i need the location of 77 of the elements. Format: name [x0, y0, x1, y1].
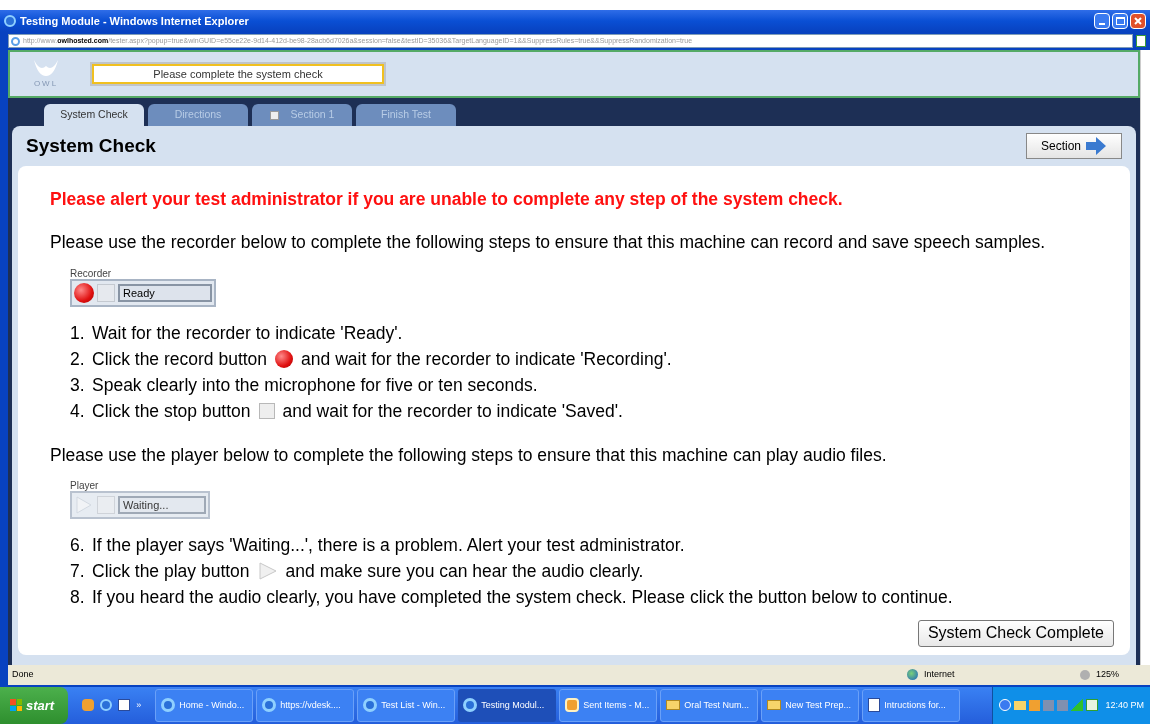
stop-button[interactable]	[97, 495, 115, 514]
envelope-icon	[767, 700, 782, 711]
step-text: Click the record button	[92, 347, 268, 371]
window-title: Testing Module - Windows Internet Explorer	[20, 13, 249, 29]
taskbar-item[interactable]: Testing Modul...	[458, 688, 557, 722]
play-button[interactable]	[74, 494, 94, 515]
step-number: 6.	[70, 534, 86, 558]
device-label: Player	[70, 479, 100, 491]
page-title: System Check	[26, 133, 156, 158]
taskbar-item[interactable]: Test List - Win...	[357, 688, 456, 722]
step-text: Click the play button	[92, 560, 250, 584]
tab-checkbox[interactable]	[269, 110, 279, 120]
close-icon	[1134, 17, 1142, 25]
globe-icon	[907, 669, 918, 681]
browser-icon	[161, 698, 176, 713]
taskbar-item[interactable]: https://vdesk....	[256, 688, 355, 722]
status-display: Waiting...	[118, 495, 206, 514]
intro-text: Please use the recorder below to complete the following steps to ensure that this machine can record and save speech samples.	[50, 231, 1047, 255]
page-icon	[1136, 35, 1146, 47]
windows-logo-icon	[10, 699, 22, 712]
play-icon	[257, 562, 278, 581]
browser-icon[interactable]	[100, 699, 113, 712]
owl-logo: OWL	[26, 58, 66, 90]
taskbar-item[interactable]: Sent Items - M...	[559, 688, 658, 722]
taskbar-item[interactable]: Oral Test Num...	[660, 688, 759, 722]
taskbar-item[interactable]: New Test Prep...	[761, 688, 860, 722]
tab[interactable]: System Check	[44, 104, 144, 126]
step-text: and make sure you can hear the audio clearly.	[285, 560, 644, 584]
browser-icon	[262, 698, 277, 713]
step-text: and wait for the recorder to indicate 'Saved'.	[282, 399, 623, 423]
section-button[interactable]: Section	[1026, 133, 1122, 159]
record-icon	[275, 350, 294, 368]
document-icon[interactable]	[118, 699, 131, 712]
security-icon	[1080, 669, 1090, 680]
step-number: 7.	[70, 560, 86, 584]
stop-icon	[258, 403, 275, 419]
maximize-button[interactable]	[1112, 13, 1128, 29]
device-label: Recorder	[70, 267, 113, 279]
browser-icon	[463, 698, 478, 713]
step-text: Speak clearly into the microphone for five or ten seconds.	[92, 373, 538, 397]
step-text: If you heard the audio clearly, you have completed the system check. Please click the button below to continue.	[92, 586, 953, 610]
step-number: 2.	[70, 347, 86, 371]
envelope-icon[interactable]	[1014, 700, 1027, 710]
close-button[interactable]	[1130, 13, 1146, 29]
step-number: 3.	[70, 373, 86, 397]
record-button[interactable]	[74, 282, 94, 303]
status-text: Done	[12, 668, 34, 681]
clock-text: 12:40 PM	[1105, 698, 1144, 712]
zoom-text[interactable]: 125%	[1096, 668, 1146, 682]
step-number: 8.	[70, 586, 86, 610]
signal-icon[interactable]	[1071, 699, 1084, 712]
step-text: Wait for the recorder to indicate 'Ready'.	[92, 321, 403, 345]
tab[interactable]: Directions	[148, 104, 248, 126]
step-text: Click the stop button	[92, 399, 251, 423]
step-number: 4.	[70, 399, 86, 423]
intro-text: Please use the player below to complete the following steps to ensure that this machine can play audio files.	[50, 443, 888, 467]
browser-icon	[4, 15, 16, 27]
taskbar-item[interactable]: Intructions for...	[862, 688, 961, 722]
tab[interactable]: Section 1	[252, 104, 352, 126]
more-chevron[interactable]: »	[136, 698, 142, 713]
browser-icon	[363, 698, 378, 713]
status-display: Ready	[118, 283, 212, 302]
step-text: If the player says 'Waiting...', there is a problem. Alert your test administrator.	[92, 534, 685, 558]
taskbar-item[interactable]: Home - Windo...	[155, 688, 254, 722]
start-button[interactable]: start	[0, 686, 69, 724]
page-icon	[11, 36, 20, 46]
message-box: Please complete the system check	[90, 62, 386, 86]
complete-button[interactable]: System Check Complete	[917, 619, 1114, 647]
alert-text: Please alert your test administrator if you are unable to complete any step of the system check.	[50, 188, 844, 211]
step-text: and wait for the recorder to indicate 'Recording'.	[301, 347, 672, 371]
envelope-icon	[666, 700, 681, 711]
minimize-button[interactable]	[1094, 13, 1110, 29]
step-number: 1.	[70, 321, 86, 345]
zone-text: Internet	[924, 668, 956, 681]
tab[interactable]: Finish Test	[356, 104, 456, 126]
document-icon	[868, 698, 881, 713]
shield-icon[interactable]	[1086, 699, 1099, 712]
